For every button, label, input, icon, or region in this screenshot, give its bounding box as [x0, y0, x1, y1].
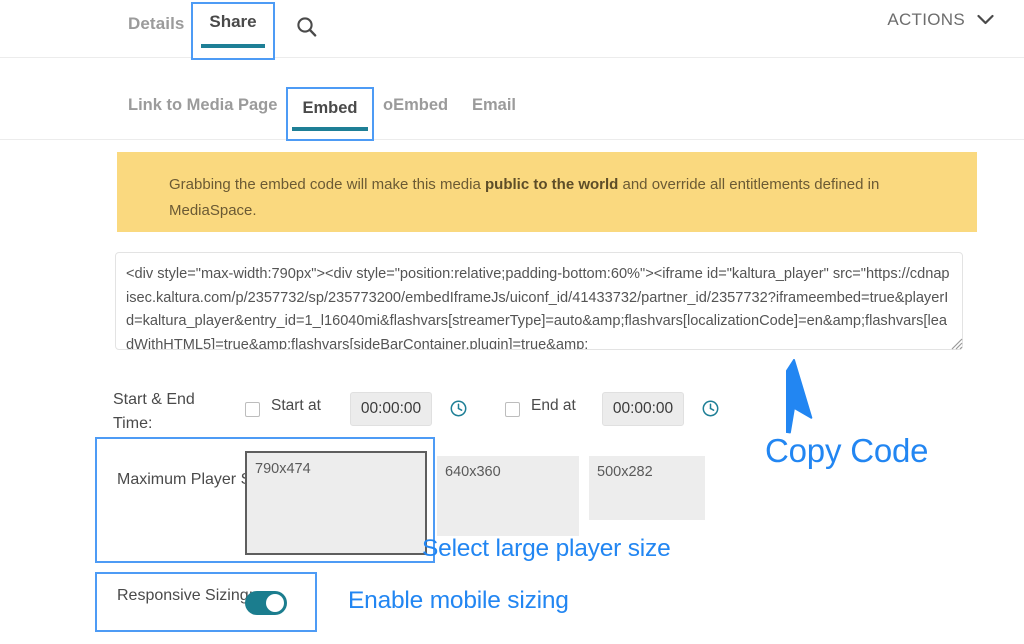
tab-share-highlight: Share — [191, 2, 275, 60]
banner-text-bold: public to the world — [485, 176, 619, 193]
subtab-oembed[interactable]: oEmbed — [381, 92, 450, 119]
responsive-sizing-highlight: Responsive Sizing: — [95, 572, 317, 632]
toggle-knob — [266, 594, 284, 612]
start-time-input[interactable]: 00:00:00 — [350, 392, 432, 426]
tab-details[interactable]: Details — [124, 8, 188, 40]
embed-code-textarea[interactable]: <div style="max-width:790px"><div style=… — [115, 252, 963, 350]
subtab-embed[interactable]: Embed — [288, 99, 372, 118]
responsive-sizing-label: Responsive Sizing: — [117, 587, 254, 604]
player-size-option-640x360[interactable]: 640x360 — [437, 456, 579, 536]
end-time-input[interactable]: 00:00:00 — [602, 392, 684, 426]
start-at-checkbox[interactable] — [245, 402, 260, 417]
share-subtabbar: Link to Media Page oEmbed Email — [0, 80, 1024, 140]
resize-grip-icon[interactable] — [949, 336, 963, 350]
subtab-embed-highlight: Embed — [286, 87, 374, 141]
primary-tabbar: Details Share ACTIONS — [0, 0, 1024, 60]
clock-icon[interactable] — [702, 400, 719, 417]
actions-menu[interactable]: ACTIONS — [887, 10, 994, 30]
responsive-sizing-toggle[interactable] — [245, 591, 287, 615]
player-size-option-500x282[interactable]: 500x282 — [589, 456, 705, 520]
tab-share[interactable]: Share — [193, 12, 273, 32]
end-at-checkbox[interactable] — [505, 402, 520, 417]
annotation-enable-mobile-sizing: Enable mobile sizing — [348, 587, 569, 614]
clock-icon[interactable] — [450, 400, 467, 417]
player-size-option-790x474[interactable]: 790x474 — [245, 451, 427, 555]
search-icon[interactable] — [294, 14, 320, 40]
annotation-select-player-size: Select large player size — [422, 535, 671, 562]
chevron-down-icon — [977, 10, 994, 30]
annotation-copy-code: Copy Code — [765, 432, 929, 469]
start-end-time-row: Start & End Time: Start at 00:00:00 End … — [113, 386, 733, 442]
subtab-embed-active-underline — [292, 127, 368, 131]
subtab-email[interactable]: Email — [470, 92, 518, 119]
end-at-label: End at — [531, 397, 576, 414]
banner-text-before: Grabbing the embed code will make this m… — [169, 176, 485, 193]
start-end-time-label: Start & End Time: — [113, 391, 195, 432]
subtab-link-to-media-page[interactable]: Link to Media Page — [126, 92, 279, 119]
actions-label: ACTIONS — [887, 10, 965, 29]
tab-share-active-underline — [201, 44, 265, 48]
share-embed-panel: Details Share ACTIONS Link to Media Page… — [0, 0, 1024, 644]
public-warning-banner: Grabbing the embed code will make this m… — [117, 152, 977, 232]
start-at-label: Start at — [271, 397, 321, 414]
